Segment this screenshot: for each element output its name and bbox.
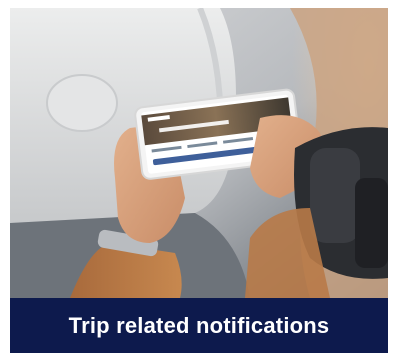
caption-bar: Trip related notifications bbox=[10, 298, 388, 353]
promo-photo bbox=[10, 8, 388, 298]
promo-card[interactable]: Trip related notifications bbox=[10, 8, 388, 353]
caption-text: Trip related notifications bbox=[68, 312, 330, 338]
